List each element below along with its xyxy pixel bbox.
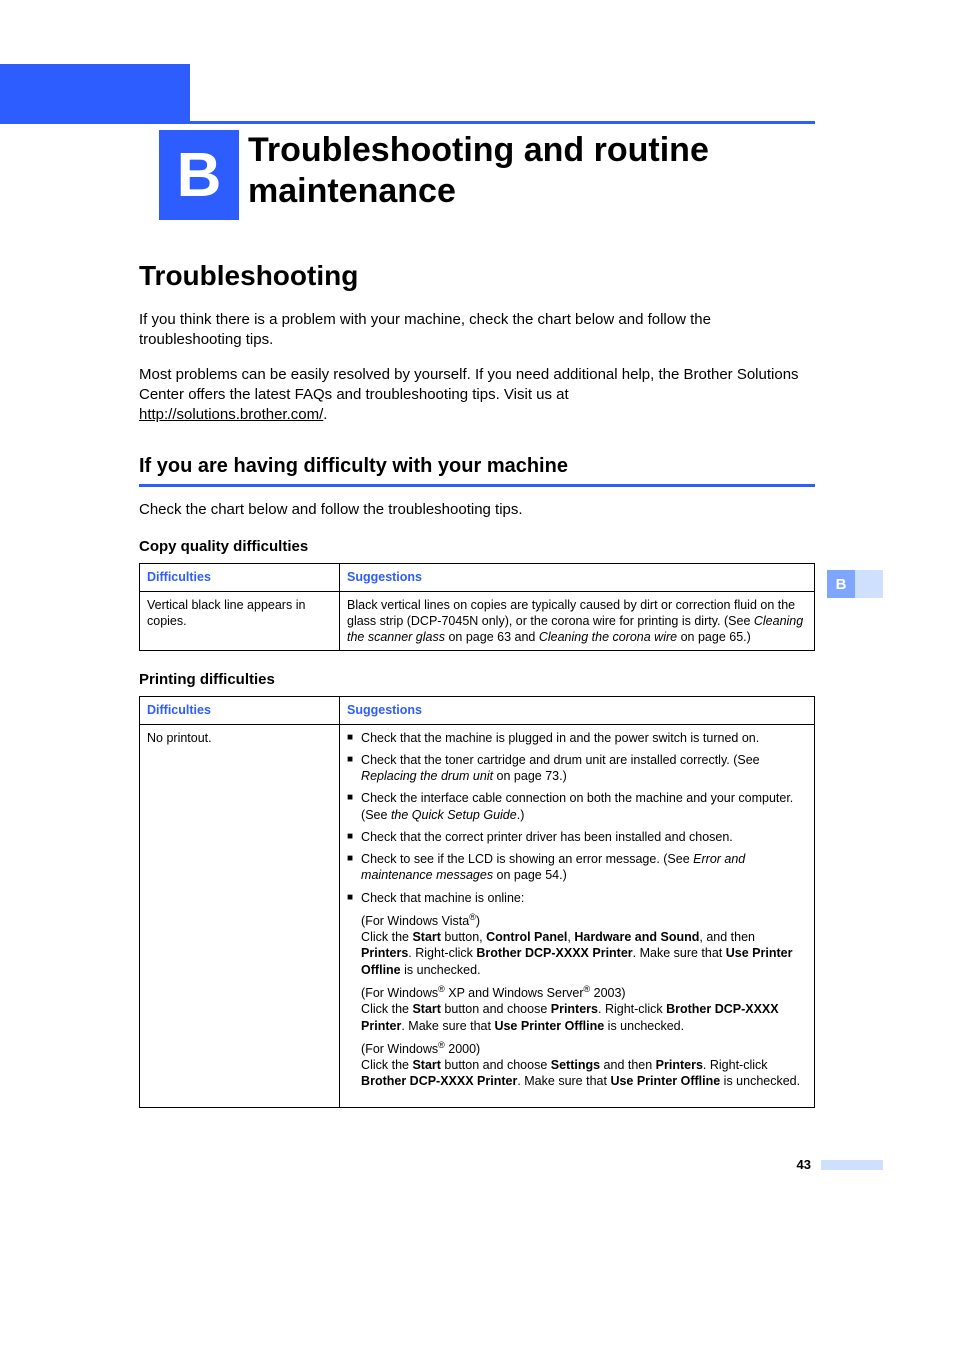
- list-item: ■ Check that machine is online: (For Win…: [347, 890, 807, 1096]
- table-row: No printout. ■ Check that the machine is…: [140, 724, 815, 1107]
- table2-suggestion: ■ Check that the machine is plugged in a…: [340, 724, 815, 1107]
- table-row: Vertical black line appears in copies. B…: [140, 591, 815, 651]
- section-heading: Troubleshooting: [139, 260, 815, 292]
- chapter-letter: B: [177, 140, 222, 211]
- w2k-block: (For Windows® 2000) Click the Start butt…: [361, 1040, 807, 1090]
- table1-header-difficulties: Difficulties: [140, 564, 340, 591]
- solutions-link[interactable]: http://solutions.brother.com/: [139, 406, 323, 423]
- bullet-icon: ■: [347, 730, 353, 746]
- subsection-paragraph: Check the chart below and follow the tro…: [139, 501, 815, 518]
- table1-suggestion: Black vertical lines on copies are typic…: [340, 591, 815, 651]
- side-tab: B: [827, 570, 855, 598]
- intro-paragraph-1: If you think there is a problem with you…: [139, 310, 815, 351]
- bullet-icon: ■: [347, 790, 353, 823]
- intro-text-end: .: [323, 406, 327, 423]
- list-item: ■ Check that the machine is plugged in a…: [347, 730, 807, 746]
- replacing-drum-link[interactable]: Replacing the drum unit: [361, 769, 493, 783]
- page-number-stripe: [821, 1160, 883, 1170]
- table2-title: Printing difficulties: [139, 671, 815, 688]
- bullet-icon: ■: [347, 752, 353, 785]
- bullet-icon: ■: [347, 829, 353, 845]
- subsection-heading: If you are having difficulty with your m…: [139, 455, 815, 487]
- table2-header-difficulties: Difficulties: [140, 697, 340, 724]
- content-area: Troubleshooting If you think there is a …: [139, 260, 815, 1108]
- intro-text: Most problems can be easily resolved by …: [139, 366, 799, 403]
- table2-difficulty: No printout.: [140, 724, 340, 1107]
- header-color-block: [0, 64, 190, 124]
- table1-title: Copy quality difficulties: [139, 538, 815, 555]
- list-item: ■ Check that the toner cartridge and dru…: [347, 752, 807, 785]
- bullet-icon: ■: [347, 890, 353, 1096]
- table1-header-suggestions: Suggestions: [340, 564, 815, 591]
- side-tab-letter: B: [836, 576, 847, 593]
- vista-block: (For Windows Vista®) Click the Start but…: [361, 912, 807, 978]
- table1-difficulty: Vertical black line appears in copies.: [140, 591, 340, 651]
- page-number: 43: [797, 1157, 811, 1172]
- intro-paragraph-2: Most problems can be easily resolved by …: [139, 365, 815, 426]
- copy-quality-table: Difficulties Suggestions Vertical black …: [139, 563, 815, 651]
- printing-difficulties-table: Difficulties Suggestions No printout. ■ …: [139, 696, 815, 1107]
- side-tab-stripe: [855, 570, 883, 598]
- list-item: ■ Check that the correct printer driver …: [347, 829, 807, 845]
- chapter-badge: B: [159, 130, 239, 220]
- table2-header-suggestions: Suggestions: [340, 697, 815, 724]
- header-rule: [190, 121, 815, 124]
- xp-block: (For Windows® XP and Windows Server® 200…: [361, 984, 807, 1034]
- list-item: ■ Check to see if the LCD is showing an …: [347, 851, 807, 884]
- chapter-title: Troubleshooting and routine maintenance: [248, 130, 808, 212]
- list-item: ■ Check the interface cable connection o…: [347, 790, 807, 823]
- bullet-icon: ■: [347, 851, 353, 884]
- cleaning-corona-link[interactable]: Cleaning the corona wire: [539, 630, 677, 644]
